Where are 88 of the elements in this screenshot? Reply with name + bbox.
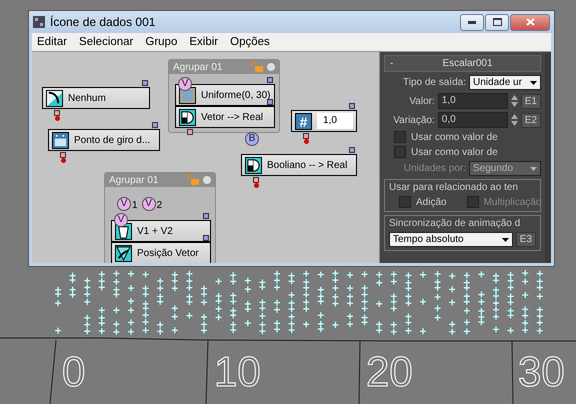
output-port[interactable]: [54, 110, 60, 116]
input-port[interactable]: [142, 80, 148, 86]
close-button[interactable]: [510, 14, 550, 30]
maximize-button[interactable]: [485, 14, 509, 30]
window-title: Ícone de dados 001: [50, 15, 156, 29]
menu-item[interactable]: Exibir: [189, 36, 218, 48]
output-port[interactable]: [253, 177, 259, 183]
value-field[interactable]: 1,0: [317, 113, 353, 129]
node[interactable]: Nenhum: [42, 87, 150, 109]
badge: V: [142, 197, 156, 211]
input-port[interactable]: [267, 99, 273, 105]
half-square-icon: [245, 156, 262, 174]
group-title: Agrupar 01: [173, 62, 224, 72]
status-dot: [267, 63, 275, 71]
checkbox[interactable]: [399, 196, 411, 208]
node[interactable]: # 1,0: [291, 110, 357, 132]
grid-icon: [52, 132, 69, 148]
close-icon: [526, 18, 534, 26]
node[interactable]: Booliano -- > Real: [241, 154, 357, 176]
field-label: Variação:: [393, 114, 435, 126]
output-port[interactable]: [303, 133, 309, 139]
dropdown[interactable]: Tempo absoluto: [389, 232, 513, 247]
badge: B: [245, 132, 259, 146]
axis-number: 10: [214, 348, 261, 395]
input-port[interactable]: [349, 147, 355, 153]
curve-icon: [46, 90, 63, 106]
input-label: 2: [156, 201, 162, 211]
maximize-icon: [492, 18, 502, 26]
spinner-icon[interactable]: [510, 94, 518, 108]
connector-dot: [254, 183, 259, 188]
axis-number: 0: [62, 348, 86, 395]
rollout-title: Escalar001: [441, 58, 494, 69]
menu-item[interactable]: Selecionar: [79, 36, 134, 48]
input-field[interactable]: 1,0: [438, 93, 508, 109]
node[interactable]: Posição Vetor: [111, 242, 211, 263]
expression-button[interactable]: E2: [520, 112, 541, 128]
expression-button[interactable]: E3: [516, 232, 536, 247]
hash-icon: #: [295, 112, 312, 130]
checkbox[interactable]: [394, 146, 406, 158]
menu-item[interactable]: Editar: [37, 36, 68, 48]
expression-button[interactable]: E1: [520, 94, 541, 108]
input-port[interactable]: [349, 103, 355, 109]
group-title: Agrupar 01: [109, 174, 160, 186]
checkbox-label: Usar como valor de: [411, 146, 498, 158]
input-port[interactable]: [152, 122, 158, 128]
collapse-toggle[interactable]: -: [390, 58, 400, 69]
connector-dot: [61, 158, 66, 163]
caret-icon: [502, 238, 509, 242]
field-label: Tipo de saída:: [402, 77, 466, 88]
rollout-header[interactable]: - Escalar001: [384, 55, 541, 72]
node[interactable]: Vetor --> Real: [175, 106, 275, 128]
badge: V: [117, 197, 131, 211]
half-square-icon: [179, 108, 196, 126]
checkbox-label: Usar como valor de: [411, 132, 498, 142]
badge: V: [114, 213, 128, 227]
arrow-triangle-icon: [115, 244, 132, 262]
group-title: Sincronização de animação d: [389, 218, 522, 229]
badge: V: [178, 77, 192, 91]
field-label: Unidades por:: [404, 163, 466, 174]
output-port[interactable]: [60, 152, 66, 158]
app-icon: [33, 16, 45, 28]
minimize-button[interactable]: [460, 14, 484, 30]
axis-number: 20: [366, 348, 413, 395]
node[interactable]: Ponto de giro d...: [48, 129, 160, 151]
input-label: 1: [132, 201, 138, 211]
checkbox-label: Adição: [416, 196, 447, 208]
axis-number: 30: [518, 348, 565, 395]
field-label: Valor:: [409, 96, 435, 106]
input-field[interactable]: 0,0: [438, 112, 508, 128]
menu-item[interactable]: Grupo: [145, 36, 178, 48]
checkbox[interactable]: [394, 131, 406, 143]
connector-dot: [304, 139, 309, 144]
spinner-icon[interactable]: [510, 113, 518, 127]
checkbox-label: Multiplicação: [484, 196, 542, 208]
dropdown[interactable]: Unidade ur: [469, 75, 541, 90]
minimize-icon: [468, 20, 476, 24]
input-port[interactable]: [267, 77, 273, 83]
status-dot: [203, 176, 211, 184]
connector-dot: [55, 116, 60, 121]
caret-icon: [530, 166, 537, 170]
node-group[interactable]: Agrupar 01 V 1 V 2 V V1 + V2 Posição Vetor: [104, 172, 216, 263]
menu-item[interactable]: Opções: [230, 36, 270, 48]
node-group[interactable]: Agrupar 01 V Uniforme(0, 30) Vetor --> Real: [168, 59, 280, 133]
input-port[interactable]: [203, 213, 209, 219]
output-port[interactable]: [187, 129, 193, 135]
caret-icon: [530, 80, 537, 84]
group-title: Usar para relacionado ao ten: [389, 182, 519, 193]
input-port[interactable]: [203, 235, 209, 241]
